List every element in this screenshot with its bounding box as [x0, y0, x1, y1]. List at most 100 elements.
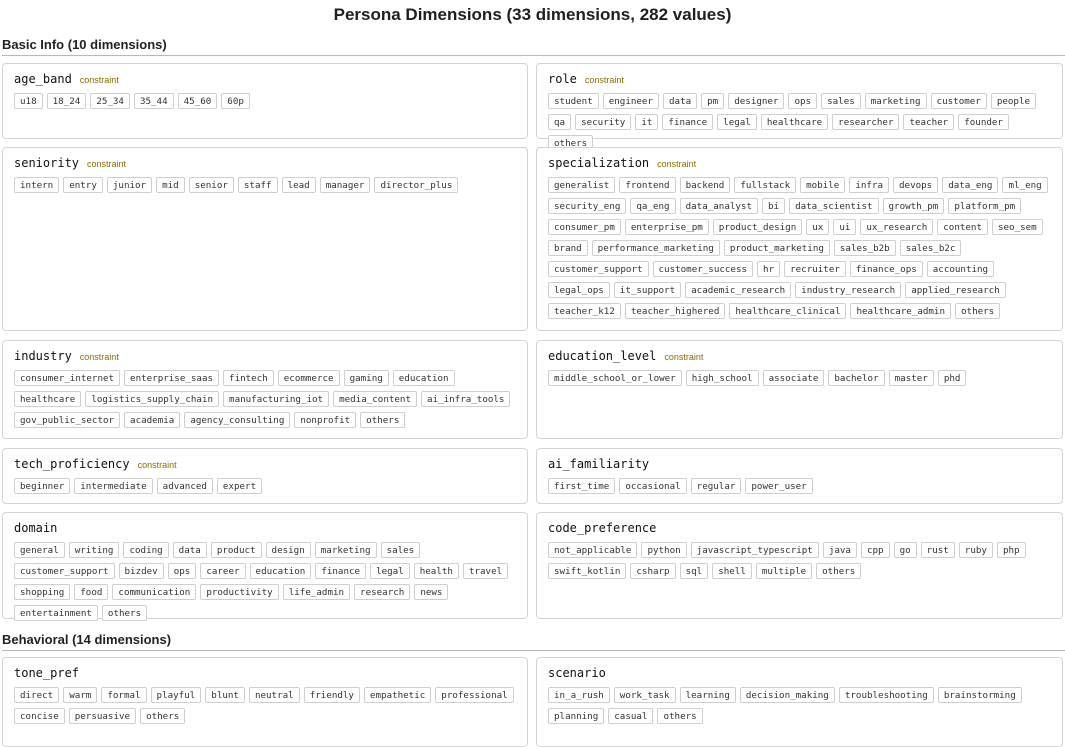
value-tag-list: generalist frontend backend fullstack mobile…	[548, 177, 1052, 319]
value-tag: brand	[548, 240, 588, 256]
value-tag: 35_44	[133, 93, 174, 109]
value-tag: persuasive	[68, 708, 137, 724]
value-tag: healthcare_admin	[850, 303, 951, 319]
value-tag: 60p	[221, 93, 250, 109]
value-tag: 25_34	[90, 93, 130, 109]
value-tag: applied_research	[905, 282, 1006, 298]
value-tag-list: beginner intermediate advanced expert	[14, 478, 517, 494]
value-tag: high_school	[685, 370, 759, 386]
value-tag: blunt	[205, 687, 245, 703]
value-tag: lead	[281, 177, 316, 193]
dimension-name: role	[548, 72, 577, 86]
value-tag-list: intern entry junior mid senior staff lead manag…	[14, 177, 517, 193]
dimension-name: ai_familiarity	[548, 457, 650, 471]
value-tag: customer_success	[652, 261, 754, 277]
value-tag: swift_kotlin	[548, 563, 627, 579]
value-tag: communication	[112, 584, 197, 600]
value-tag: consumer_pm	[548, 219, 621, 235]
value-tag: health	[413, 563, 459, 579]
value-tag: recruiter	[784, 261, 846, 277]
value-tag: content	[937, 219, 988, 235]
value-tag: mid	[156, 177, 185, 193]
value-tag: security_eng	[548, 198, 627, 214]
value-tag: casual	[608, 708, 654, 724]
card-header: domain	[14, 521, 517, 537]
value-tag: multiple	[755, 563, 813, 579]
value-tag: ai_infra_tools	[421, 391, 511, 407]
value-tag: troubleshooting	[838, 687, 934, 703]
value-tag: 18_24	[46, 93, 87, 109]
value-tag: gov_public_sector	[14, 412, 121, 428]
value-tag: qa_eng	[630, 198, 676, 214]
value-tag-list: consumer_internet enterprise_saas fintech e…	[14, 370, 517, 428]
value-tag: go	[893, 542, 917, 558]
value-tag: customer_support	[14, 563, 115, 579]
value-tag: ops	[167, 563, 197, 579]
value-tag: pm	[701, 93, 725, 109]
value-tag: devops	[893, 177, 939, 193]
value-tag: student	[548, 93, 599, 109]
dimension-card-domain: domain general writing coding data product des…	[2, 512, 528, 621]
value-tag: enterprise_pm	[624, 219, 709, 235]
value-tag: customer	[930, 93, 987, 109]
section-header: Basic Info (10 dimensions)	[2, 37, 1065, 56]
value-tag: ops	[788, 93, 818, 109]
value-tag: product_design	[712, 219, 803, 235]
card-header: education_level constraint	[548, 349, 1052, 365]
value-tag: warm	[63, 687, 98, 703]
value-tag: sales	[821, 93, 861, 109]
value-tag: direct	[14, 687, 60, 703]
value-tag: ecommerce	[277, 370, 340, 386]
dimension-name: age_band	[14, 72, 72, 86]
value-tag: life_admin	[282, 584, 351, 600]
value-tag: advanced	[156, 478, 213, 494]
value-tag: ruby	[958, 542, 993, 558]
dimension-card-ai-familiarity: ai_familiarity first_time occasional regula…	[536, 448, 1063, 504]
value-tag: data_analyst	[679, 198, 758, 214]
constraint-badge: constraint	[584, 75, 624, 85]
dimension-name: tone_pref	[14, 666, 80, 680]
value-tag: it_support	[613, 282, 682, 298]
dimension-name: specialization	[548, 156, 650, 170]
value-tag: hr	[757, 261, 781, 277]
value-tag: bachelor	[828, 370, 885, 386]
value-tag: nonprofit	[294, 412, 357, 428]
value-tag: qa	[548, 114, 572, 130]
value-tag: news	[414, 584, 449, 600]
value-tag-list: not_applicable python javascript_typescrip…	[548, 542, 1052, 579]
value-tag: healthcare_clinical	[729, 303, 847, 319]
value-tag: coding	[123, 542, 169, 558]
value-tag: ux	[806, 219, 830, 235]
value-tag: agency_consulting	[184, 412, 291, 428]
dimension-grid: age_band constraint u18 18_24 25_34 35_44 45_6…	[0, 63, 1065, 621]
value-tag: fintech	[223, 370, 274, 386]
value-tag: data	[172, 542, 207, 558]
value-tag: others	[816, 563, 862, 579]
value-tag: it	[635, 114, 659, 130]
dimension-card-age-band: age_band constraint u18 18_24 25_34 35_44 45_6…	[2, 63, 528, 139]
card-header: age_band constraint	[14, 72, 517, 88]
dimensions-content: Basic Info (10 dimensions) age_band constr…	[0, 37, 1065, 747]
value-tag: security	[575, 114, 632, 130]
value-tag: planning	[548, 708, 605, 724]
value-tag: infra	[849, 177, 889, 193]
value-tag: senior	[188, 177, 234, 193]
value-tag: writing	[68, 542, 120, 558]
value-tag: teacher_k12	[548, 303, 621, 319]
card-header: industry constraint	[14, 349, 517, 365]
value-tag: legal_ops	[548, 282, 610, 298]
dimension-name: tech_proficiency	[14, 457, 130, 471]
value-tag: others	[657, 708, 703, 724]
value-tag: research	[354, 584, 411, 600]
constraint-badge: constraint	[137, 460, 177, 470]
value-tag: manager	[319, 177, 371, 193]
value-tag: finance	[662, 114, 714, 130]
value-tag: enterprise_saas	[124, 370, 220, 386]
value-tag: javascript_typescript	[690, 542, 819, 558]
constraint-badge: constraint	[664, 352, 704, 362]
value-tag: decision_making	[739, 687, 835, 703]
value-tag: in_a_rush	[548, 687, 610, 703]
value-tag: php	[996, 542, 1026, 558]
value-tag: sales_b2c	[899, 240, 962, 256]
value-tag: formal	[101, 687, 147, 703]
